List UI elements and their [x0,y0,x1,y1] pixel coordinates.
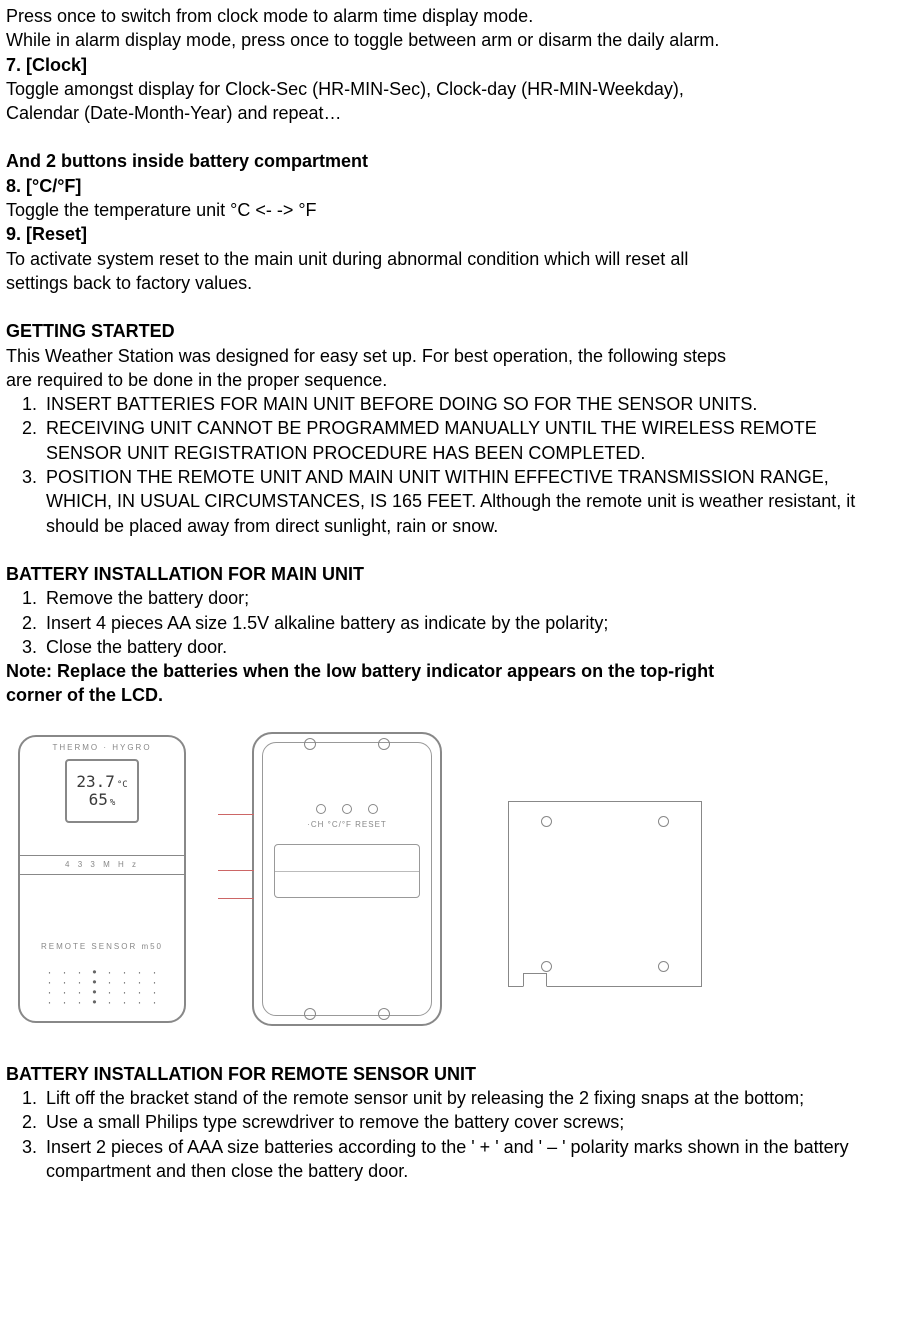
screw-hole-icon [378,738,390,750]
battery-remote-heading: BATTERY INSTALLATION FOR REMOTE SENSOR U… [6,1062,897,1086]
list-item: Insert 2 pieces of AAA size batteries ac… [42,1135,897,1184]
battery-panel-icon [274,844,420,898]
list-item: INSERT BATTERIES FOR MAIN UNIT BEFORE DO… [42,392,897,416]
spacer [6,295,897,319]
plate-notch-icon [523,973,547,987]
control-labels: ·CH °C/°F RESET [254,804,440,831]
screw-hole-icon [304,738,316,750]
list-item: Lift off the bracket stand of the remote… [42,1086,897,1110]
lcd-hum-value: 65 [89,791,108,809]
figure-brand-label: REMOTE SENSOR m50 [20,942,184,953]
callout-line-icon [218,814,254,815]
remote-sensor-back-illustration: ·CH °C/°F RESET [252,732,442,1026]
list-item: RECEIVING UNIT CANNOT BE PROGRAMMED MANU… [42,416,897,465]
figure-row: THERMO · HYGRO 23.7 °C 65 % 4 3 3 M H z … [18,732,897,1026]
battery-main-note: Note: Replace the batteries when the low… [6,659,897,683]
section-heading-7: 7. [Clock] [6,53,897,77]
body-text: settings back to factory values. [6,271,897,295]
lcd-hum-unit: % [110,799,115,809]
list-item: Close the battery door. [42,635,897,659]
battery-cover-plate-illustration [508,801,702,987]
lcd-temp-value: 23.7 [76,773,115,791]
body-text: While in alarm display mode, press once … [6,28,897,52]
lcd-display-icon: 23.7 °C 65 % [65,759,139,823]
body-text: Toggle the temperature unit °C <- -> °F [6,198,897,222]
screw-hole-icon [541,816,552,827]
getting-started-heading: GETTING STARTED [6,319,897,343]
body-text: Calendar (Date-Month-Year) and repeat… [6,101,897,125]
body-text: This Weather Station was designed for ea… [6,344,897,368]
screw-hole-icon [658,816,669,827]
screw-hole-icon [541,961,552,972]
screw-hole-icon [658,961,669,972]
screw-hole-icon [304,1008,316,1020]
battery-main-note: corner of the LCD. [6,683,897,707]
body-text: are required to be done in the proper se… [6,368,897,392]
battery-main-heading: BATTERY INSTALLATION FOR MAIN UNIT [6,562,897,586]
section-heading-9: 9. [Reset] [6,222,897,246]
compartment-heading: And 2 buttons inside battery compartment [6,149,897,173]
spacer [6,125,897,149]
body-text: To activate system reset to the main uni… [6,247,897,271]
body-text: Press once to switch from clock mode to … [6,4,897,28]
figure-band-label: 4 3 3 M H z [20,855,184,875]
getting-started-list: INSERT BATTERIES FOR MAIN UNIT BEFORE DO… [6,392,897,538]
list-item: Remove the battery door; [42,586,897,610]
speaker-holes-icon: ···•···· ···•···· ···•···· ···•···· [42,967,162,1007]
screw-hole-icon [378,1008,390,1020]
callout-line-icon [218,870,254,871]
list-item: POSITION THE REMOTE UNIT AND MAIN UNIT W… [42,465,897,538]
battery-remote-list: Lift off the bracket stand of the remote… [6,1086,897,1183]
remote-sensor-front-illustration: THERMO · HYGRO 23.7 °C 65 % 4 3 3 M H z … [18,735,186,1023]
lcd-temp-unit: °C [117,781,128,791]
battery-main-list: Remove the battery door; Insert 4 pieces… [6,586,897,659]
list-item: Use a small Philips type screwdriver to … [42,1110,897,1134]
callout-line-icon [218,898,254,899]
figure-label: THERMO · HYGRO [20,743,184,754]
list-item: Insert 4 pieces AA size 1.5V alkaline ba… [42,611,897,635]
control-text: ·CH °C/°F RESET [254,820,440,831]
spacer [6,538,897,562]
section-heading-8: 8. [°C/°F] [6,174,897,198]
document-page: Press once to switch from clock mode to … [0,0,897,1195]
body-text: Toggle amongst display for Clock-Sec (HR… [6,77,897,101]
